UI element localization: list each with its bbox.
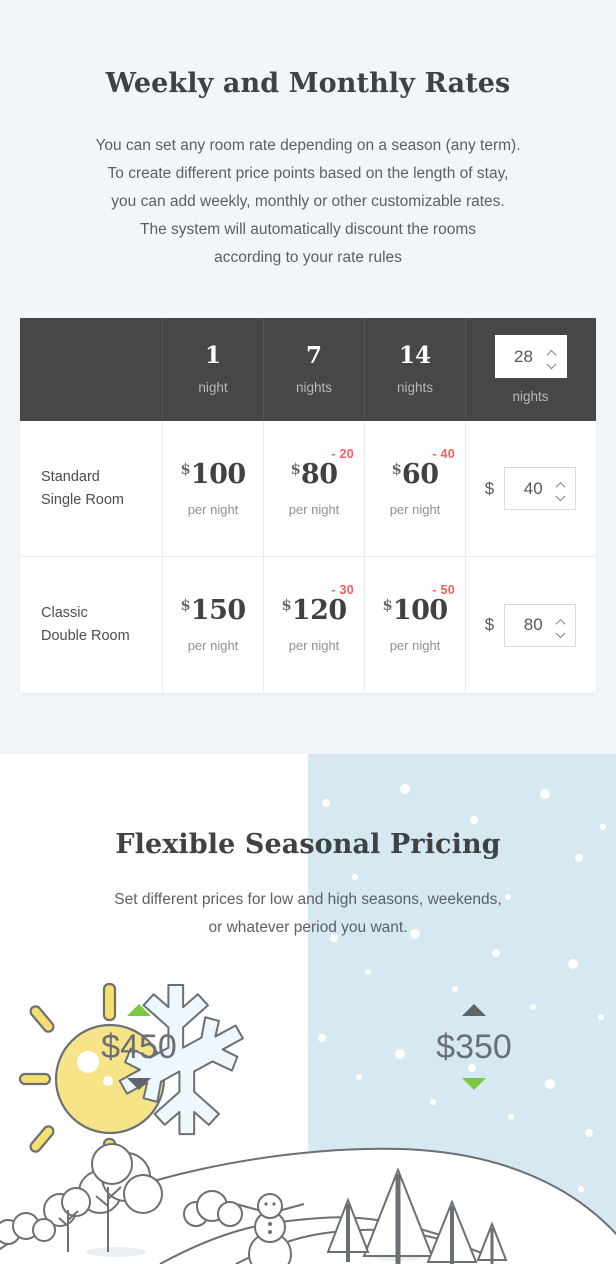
price-cell-1-night: $150 per night [162, 557, 263, 693]
currency-symbol: $ [484, 615, 495, 634]
trend-up-arrow-icon[interactable] [127, 1004, 151, 1016]
nights-count: 14 [398, 342, 431, 369]
table-row: Classic Double Room $150 per night - 30 … [20, 557, 596, 693]
nights-stepper-arrows[interactable] [548, 350, 560, 363]
price-cell-7-nights: - 30 $120 per night [263, 557, 364, 693]
chevron-up-icon[interactable] [557, 482, 566, 487]
price-value: $60 [391, 458, 439, 490]
seasonal-description-line: Set different prices for low and high se… [114, 891, 502, 908]
custom-price-arrows[interactable] [557, 619, 569, 632]
chevron-down-icon[interactable] [548, 358, 557, 363]
trend-up-arrow-icon[interactable] [462, 1004, 486, 1016]
rates-description-line: you can add weekly, monthly or other cus… [111, 193, 505, 210]
price-amount: 80 [300, 458, 338, 490]
currency-symbol: $ [391, 459, 402, 478]
winter-price-value: $350 [436, 1028, 512, 1066]
snowflake-dot [492, 949, 500, 957]
flexible-seasonal-pricing-section: Flexible Seasonal Pricing Set different … [0, 754, 616, 1264]
header-cell-room [20, 318, 162, 421]
nights-unit-label: nights [396, 380, 434, 395]
price-cell-custom: $ 40 [465, 421, 595, 556]
trend-down-arrow-icon[interactable] [127, 1078, 151, 1090]
nights-unit-label: nights [295, 380, 333, 395]
room-name-cell: Classic Double Room [20, 557, 162, 693]
rates-description: You can set any room rate depending on a… [0, 132, 616, 272]
price-amount: 60 [401, 458, 439, 490]
room-name-cell: Standard Single Room [20, 421, 162, 556]
price-amount: 100 [392, 595, 448, 626]
price-value: $100 [180, 458, 246, 490]
custom-price-stepper[interactable]: 80 [504, 603, 577, 647]
price-cell-14-nights: - 40 $60 per night [364, 421, 465, 556]
seasonal-title: Flexible Seasonal Pricing [115, 829, 501, 860]
header-cell-14-nights: 14 nights [364, 318, 465, 421]
table-row: Standard Single Room $100 per night - 20… [20, 421, 596, 557]
rates-description-line: You can set any room rate depending on a… [95, 137, 521, 154]
custom-price-value[interactable]: 40 [505, 479, 557, 499]
custom-price-stepper[interactable]: 40 [504, 467, 577, 510]
header-cell-1-night: 1 night [162, 318, 263, 421]
chevron-down-icon[interactable] [557, 627, 566, 632]
per-night-label: per night [288, 638, 340, 653]
price-cell-custom: $ 80 [465, 557, 595, 693]
custom-price-arrows[interactable] [557, 482, 569, 495]
trend-down-arrow-icon[interactable] [462, 1078, 486, 1090]
room-name-line2: Double Room [41, 628, 130, 644]
price-cell-14-nights: - 50 $100 per night [364, 557, 465, 693]
price-cell-1-night: $100 per night [162, 421, 263, 556]
room-name-line1: Standard [41, 468, 100, 485]
price-amount: 150 [190, 595, 246, 626]
nights-unit-label: nights [512, 389, 549, 404]
nights-stepper-value[interactable]: 28 [496, 347, 548, 367]
room-name-line1: Classic [41, 605, 88, 621]
price-cell-7-nights: - 20 $80 per night [263, 421, 364, 556]
seasonal-header: Flexible Seasonal Pricing Set different … [0, 754, 616, 942]
per-night-label: per night [187, 638, 239, 653]
summer-price-widget[interactable]: $450 [69, 1004, 209, 1090]
price-amount: 100 [190, 458, 246, 490]
header-cell-custom-nights: 28 nights [465, 318, 595, 421]
table-header-row: 1 night 7 nights 14 nights 28 nights [20, 318, 596, 421]
summer-price-value: $450 [101, 1028, 177, 1066]
chevron-up-icon[interactable] [557, 619, 566, 624]
snowflake-dot [568, 959, 578, 969]
rates-description-line: To create different price points based o… [107, 165, 509, 182]
currency-symbol: $ [484, 478, 495, 498]
chevron-up-icon[interactable] [548, 350, 557, 355]
currency-symbol: $ [290, 459, 301, 478]
chevron-down-icon[interactable] [557, 490, 566, 495]
currency-symbol: $ [281, 596, 292, 614]
per-night-label: per night [389, 501, 441, 517]
per-night-label: per night [389, 638, 441, 653]
currency-symbol: $ [382, 596, 393, 614]
nights-count: 1 [204, 342, 221, 369]
custom-price-group: $ 80 [484, 603, 577, 647]
price-value: $120 [281, 595, 347, 626]
rates-description-line: according to your rate rules [214, 249, 402, 266]
per-night-label: per night [288, 501, 340, 517]
currency-symbol: $ [180, 459, 191, 478]
page-title: Weekly and Monthly Rates [105, 68, 511, 99]
price-amount: 120 [291, 595, 347, 626]
nights-count: 7 [305, 342, 322, 369]
custom-price-group: $ 40 [484, 467, 577, 510]
custom-price-value[interactable]: 80 [505, 615, 557, 635]
per-night-label: per night [187, 501, 239, 517]
currency-symbol: $ [180, 596, 191, 614]
room-name-line2: Single Room [41, 491, 125, 508]
rates-table: 1 night 7 nights 14 nights 28 nights Sta… [20, 318, 596, 693]
header-cell-7-nights: 7 nights [263, 318, 364, 421]
price-value: $150 [180, 595, 246, 626]
price-value: $100 [382, 595, 448, 626]
rates-description-line: The system will automatically discount t… [140, 221, 476, 238]
weekly-monthly-rates-section: Weekly and Monthly Rates You can set any… [0, 0, 616, 754]
nights-stepper[interactable]: 28 [494, 335, 567, 378]
winter-price-widget[interactable]: $350 [404, 1004, 544, 1090]
seasonal-description: Set different prices for low and high se… [0, 886, 616, 942]
nights-unit-label: night [198, 380, 228, 395]
price-value: $80 [290, 458, 338, 490]
seasonal-description-line: or whatever period you want. [208, 919, 408, 936]
